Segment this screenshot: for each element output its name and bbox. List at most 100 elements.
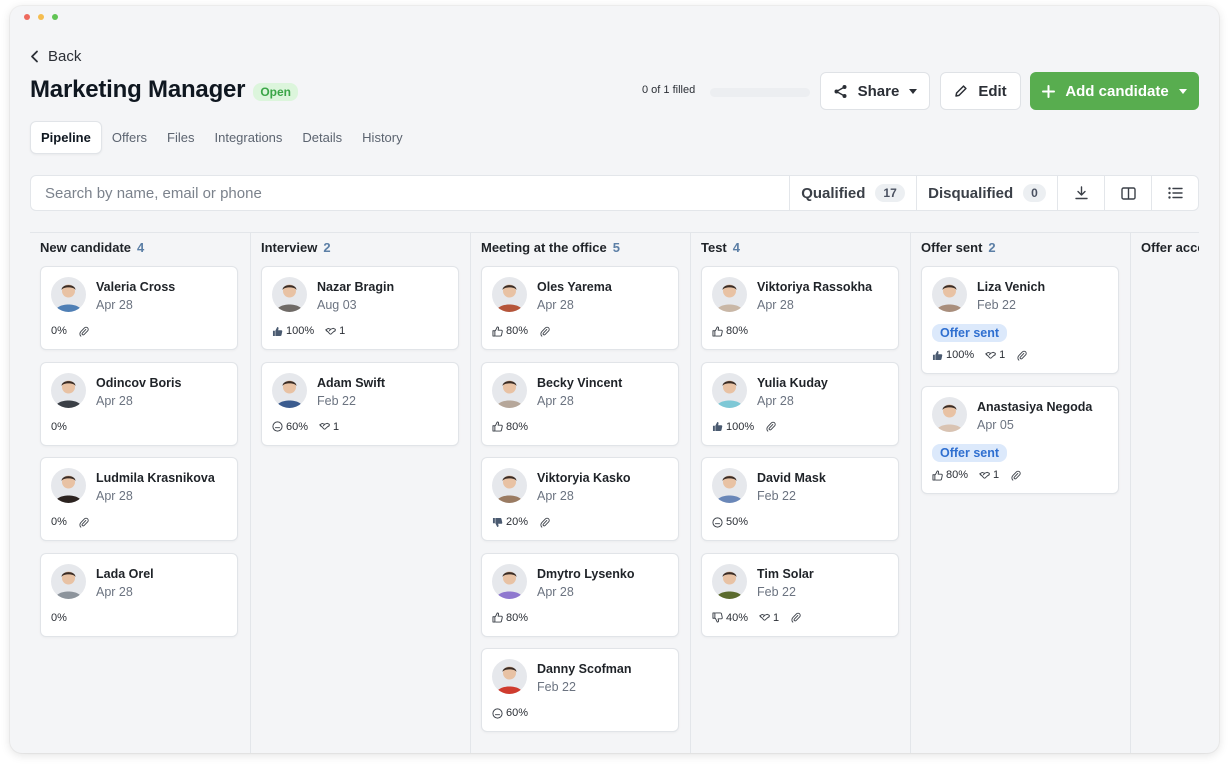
- download-button[interactable]: [1057, 176, 1104, 210]
- tab-offers[interactable]: Offers: [102, 122, 157, 153]
- candidate-name: Liza Venich: [977, 280, 1046, 294]
- candidate-card[interactable]: Viktoryia Kasko Apr 28 20%: [481, 457, 679, 541]
- column-header[interactable]: Meeting at the office 5: [481, 240, 620, 255]
- interview-stat: 1: [759, 612, 779, 624]
- score-stat: 80%: [712, 325, 748, 337]
- interview-count: 1: [333, 420, 340, 433]
- score-stat: 100%: [932, 349, 974, 361]
- avatar-image: [492, 468, 527, 503]
- paperclip-icon: [540, 517, 550, 528]
- avatar-image: [272, 277, 307, 312]
- candidate-card[interactable]: Oles Yarema Apr 28 80%: [481, 266, 679, 350]
- column-header[interactable]: Test 4: [701, 240, 740, 255]
- minimize-dot[interactable]: [38, 14, 44, 20]
- score-value: 0%: [51, 420, 67, 433]
- avatar: [51, 372, 86, 408]
- disqualified-filter[interactable]: Disqualified 0: [916, 176, 1057, 210]
- candidate-card[interactable]: Lada Orel Apr 28 0%: [40, 552, 238, 637]
- score-value: 80%: [506, 325, 529, 337]
- column-header[interactable]: Offer acce: [1141, 240, 1199, 255]
- candidate-stats: 100% 1: [932, 349, 1027, 361]
- tab-integrations[interactable]: Integrations: [204, 122, 292, 153]
- avatar: [712, 372, 747, 408]
- candidate-name: Viktoryia Kasko: [537, 471, 631, 485]
- candidate-card[interactable]: Danny Scofman Feb 22 60%: [481, 648, 679, 732]
- score-value: 80%: [506, 420, 529, 433]
- score-stat: 0%: [51, 421, 67, 433]
- back-link[interactable]: Back: [30, 48, 81, 65]
- candidate-date: Feb 22: [977, 298, 1016, 312]
- handshake-icon: [319, 422, 331, 430]
- candidate-card[interactable]: Adam Swift Feb 22 60% 1: [261, 361, 459, 446]
- tab-history[interactable]: History: [352, 122, 412, 153]
- interview-stat: 1: [979, 469, 999, 481]
- share-button[interactable]: Share: [820, 72, 930, 110]
- tab-files[interactable]: Files: [157, 122, 204, 153]
- score-stat: 60%: [272, 421, 308, 433]
- candidate-date: Apr 28: [537, 489, 574, 503]
- score-stat: 80%: [932, 469, 968, 481]
- candidate-card[interactable]: Ludmila Krasnikova Apr 28 0%: [40, 457, 238, 541]
- maximize-dot[interactable]: [52, 14, 58, 20]
- candidate-card[interactable]: Yulia Kuday Apr 28 100%: [701, 361, 899, 446]
- candidate-stats: 0%: [51, 325, 89, 337]
- thumb-up-icon: [492, 421, 503, 432]
- column-count: 2: [323, 240, 331, 255]
- score-value: 0%: [51, 611, 67, 624]
- search-input[interactable]: [31, 176, 789, 210]
- edit-button[interactable]: Edit: [940, 72, 1021, 110]
- caret-down-icon[interactable]: [1178, 88, 1187, 94]
- candidate-card[interactable]: Anastasiya Negoda Apr 05 Offer sent 80% 1: [921, 386, 1119, 494]
- candidate-card[interactable]: Viktoriya Rassokha Apr 28 80%: [701, 266, 899, 350]
- avatar: [51, 277, 86, 312]
- candidate-name: Ludmila Krasnikova: [96, 471, 215, 485]
- neutral-face-icon: [492, 707, 503, 719]
- candidate-card[interactable]: Becky Vincent Apr 28 80%: [481, 361, 679, 446]
- candidate-card[interactable]: Odincov Boris Apr 28 0%: [40, 361, 238, 446]
- qualified-label: Qualified: [801, 184, 866, 202]
- candidate-stats: 0%: [51, 612, 73, 624]
- score-value: 100%: [726, 420, 755, 433]
- avatar-image: [51, 563, 86, 599]
- score-stat: 60%: [492, 707, 528, 719]
- tab-details[interactable]: Details: [292, 122, 352, 153]
- avatar: [492, 277, 527, 312]
- tab-pipeline[interactable]: Pipeline: [30, 121, 102, 154]
- score-value: 60%: [506, 707, 529, 719]
- candidate-date: Aug 03: [317, 298, 357, 312]
- list-view-button[interactable]: [1151, 176, 1198, 210]
- candidate-card[interactable]: Liza Venich Feb 22 Offer sent 100% 1: [921, 266, 1119, 374]
- score-stat: 0%: [51, 325, 67, 337]
- column-title: Offer sent: [921, 240, 983, 255]
- candidate-card[interactable]: Valeria Cross Apr 28 0%: [40, 266, 238, 350]
- avatar: [712, 277, 747, 312]
- candidate-stats: 40% 1: [712, 612, 801, 624]
- score-value: 20%: [506, 516, 529, 528]
- title-row: Marketing Manager Open: [30, 76, 298, 104]
- candidate-card[interactable]: Tim Solar Feb 22 40% 1: [701, 552, 899, 637]
- column-header[interactable]: Offer sent 2: [921, 240, 996, 255]
- candidate-card[interactable]: Dmytro Lysenko Apr 28 80%: [481, 552, 679, 637]
- score-value: 80%: [946, 469, 969, 481]
- score-value: 40%: [726, 611, 749, 624]
- close-dot[interactable]: [24, 14, 30, 20]
- score-stat: 80%: [492, 612, 528, 624]
- candidate-card[interactable]: David Mask Feb 22 50%: [701, 457, 899, 541]
- filled-text: 0 of 1 filled: [642, 84, 696, 96]
- candidate-stats: 80%: [712, 325, 754, 337]
- interview-count: 1: [773, 611, 780, 624]
- qualified-filter[interactable]: Qualified 17: [789, 176, 916, 210]
- neutral-face-icon: [272, 421, 283, 432]
- app-window: Back Marketing Manager Open 0 of 1 fille…: [10, 6, 1219, 753]
- candidate-stats: 20%: [492, 516, 550, 528]
- add-candidate-button[interactable]: Add candidate: [1030, 72, 1199, 110]
- column-header[interactable]: Interview 2: [261, 240, 331, 255]
- candidate-stats: 80% 1: [932, 469, 1021, 481]
- avatar-image: [272, 372, 307, 408]
- board-view-button[interactable]: [1104, 176, 1151, 210]
- column-title: Interview: [261, 240, 318, 255]
- candidate-card[interactable]: Nazar Bragin Aug 03 100% 1: [261, 266, 459, 350]
- score-value: 80%: [726, 325, 749, 337]
- share-icon: [834, 84, 847, 98]
- column-header[interactable]: New candidate 4: [40, 240, 144, 255]
